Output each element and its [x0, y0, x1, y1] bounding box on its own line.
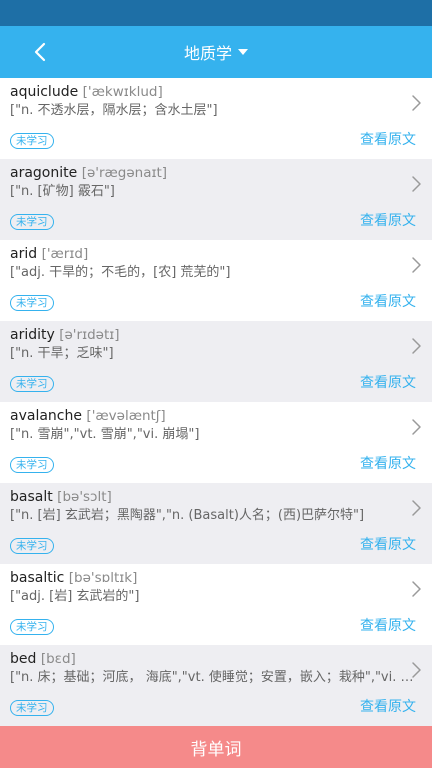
page-title: 地质学 — [183, 44, 232, 63]
word-text: aquiclude — [10, 84, 79, 100]
word-line: aridity [ə'rɪdətɪ] — [10, 326, 402, 344]
caret-down-icon — [238, 49, 248, 55]
chevron-right-icon — [412, 95, 421, 111]
word-line: bed [bɛd] — [10, 650, 402, 668]
word-phonetic: [bə'sɔlt] — [57, 489, 112, 505]
word-list: aquiclude ['ækwɪklud] ["n. 不透水层，隔水层；含水土层… — [0, 78, 432, 726]
chevron-right-icon — [412, 581, 421, 597]
word-phonetic: ['ævəlæntʃ] — [86, 408, 166, 424]
word-text: arid — [10, 246, 38, 262]
chevron-left-icon — [34, 42, 46, 62]
view-original-link[interactable]: 查看原文 — [360, 534, 416, 554]
word-phonetic: ['ækwɪklud] — [82, 84, 163, 100]
list-item[interactable]: aquiclude ['ækwɪklud] ["n. 不透水层，隔水层；含水土层… — [0, 78, 432, 159]
recite-words-button[interactable]: 背单词 — [0, 726, 432, 768]
status-badge: 未学习 — [10, 133, 54, 149]
view-original-link[interactable]: 查看原文 — [360, 129, 416, 149]
view-original-link[interactable]: 查看原文 — [360, 291, 416, 311]
word-line: aragonite [ə'rægənaɪt] — [10, 164, 402, 182]
list-item[interactable]: arid ['ærɪd] ["adj. 干旱的；不毛的，[农] 荒芜的"] 未学… — [0, 240, 432, 321]
word-text: aragonite — [10, 165, 78, 181]
word-line: arid ['ærɪd] — [10, 245, 402, 263]
status-bar — [0, 0, 432, 26]
status-badge: 未学习 — [10, 700, 54, 716]
word-line: avalanche ['ævəlæntʃ] — [10, 407, 402, 425]
word-meaning: ["n. 雪崩","vt. 雪崩","vi. 崩塌"] — [10, 427, 200, 442]
category-dropdown[interactable]: 地质学 — [184, 40, 248, 64]
list-item[interactable]: basaltic [bə'sɒltɪk] ["adj. [岩] 玄武岩的"] 未… — [0, 564, 432, 645]
chevron-right-icon — [412, 338, 421, 354]
view-original-link[interactable]: 查看原文 — [360, 372, 416, 392]
word-text: aridity — [10, 327, 55, 343]
back-button[interactable] — [22, 26, 58, 78]
word-phonetic: [bɛd] — [40, 651, 76, 667]
word-phonetic: [ə'rægənaɪt] — [81, 165, 168, 181]
word-meaning: ["n. [岩] 玄武岩；黑陶器","n. (Basalt)人名；(西)巴萨尔特… — [10, 508, 365, 523]
list-item[interactable]: aragonite [ə'rægənaɪt] ["n. [矿物] 霰石"] 未学… — [0, 159, 432, 240]
word-meaning: ["n. 干旱；乏味"] — [10, 346, 114, 361]
word-line: basaltic [bə'sɒltɪk] — [10, 569, 402, 587]
view-original-link[interactable]: 查看原文 — [360, 615, 416, 635]
word-meaning: ["adj. [岩] 玄武岩的"] — [10, 589, 140, 604]
status-badge: 未学习 — [10, 295, 54, 311]
list-item[interactable]: basalt [bə'sɔlt] ["n. [岩] 玄武岩；黑陶器","n. (… — [0, 483, 432, 564]
word-phonetic: ['ærɪd] — [41, 246, 89, 262]
word-meaning: ["n. 床；基础；河底， 海底","vt. 使睡觉；安置，嵌入；栽种","vi… — [10, 670, 418, 685]
status-badge: 未学习 — [10, 214, 54, 230]
word-text: basalt — [10, 489, 53, 505]
word-meaning: ["adj. 干旱的；不毛的，[农] 荒芜的"] — [10, 265, 231, 280]
nav-bar: 地质学 — [0, 26, 432, 78]
chevron-right-icon — [412, 176, 421, 192]
view-original-link[interactable]: 查看原文 — [360, 210, 416, 230]
word-text: avalanche — [10, 408, 82, 424]
list-item[interactable]: avalanche ['ævəlæntʃ] ["n. 雪崩","vt. 雪崩",… — [0, 402, 432, 483]
word-line: basalt [bə'sɔlt] — [10, 488, 402, 506]
word-line: aquiclude ['ækwɪklud] — [10, 83, 402, 101]
chevron-right-icon — [412, 500, 421, 516]
word-text: basaltic — [10, 570, 65, 586]
chevron-right-icon — [412, 419, 421, 435]
view-original-link[interactable]: 查看原文 — [360, 453, 416, 473]
word-phonetic: [bə'sɒltɪk] — [68, 570, 138, 586]
view-original-link[interactable]: 查看原文 — [360, 696, 416, 716]
status-badge: 未学习 — [10, 619, 54, 635]
status-badge: 未学习 — [10, 376, 54, 392]
status-badge: 未学习 — [10, 538, 54, 554]
word-text: bed — [10, 651, 37, 667]
word-meaning: ["n. 不透水层，隔水层；含水土层"] — [10, 103, 218, 118]
word-meaning: ["n. [矿物] 霰石"] — [10, 184, 115, 199]
chevron-right-icon — [412, 662, 421, 678]
word-phonetic: [ə'rɪdətɪ] — [59, 327, 120, 343]
status-badge: 未学习 — [10, 457, 54, 473]
list-item[interactable]: aridity [ə'rɪdətɪ] ["n. 干旱；乏味"] 未学习 查看原文 — [0, 321, 432, 402]
list-item[interactable]: bed [bɛd] ["n. 床；基础；河底， 海底","vt. 使睡觉；安置，… — [0, 645, 432, 726]
chevron-right-icon — [412, 257, 421, 273]
